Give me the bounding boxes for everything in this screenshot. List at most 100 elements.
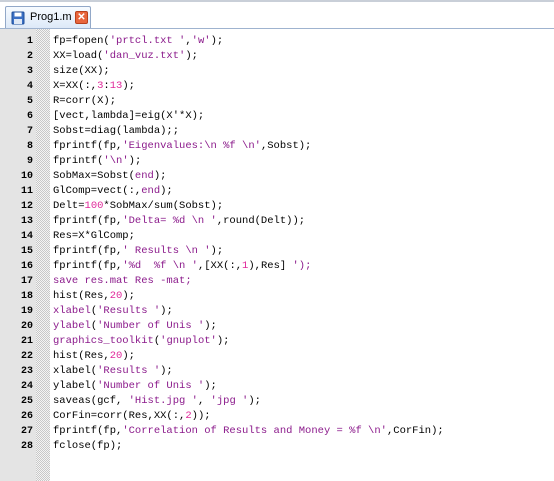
code-line[interactable]: 5 R=corr(X); <box>0 94 554 109</box>
line-number: 17 <box>20 276 33 287</box>
code-line[interactable]: 28 fclose(fp); <box>0 439 554 454</box>
code-line[interactable]: 24 ylabel('Number of Unis '); <box>0 379 554 394</box>
code-token: 100 <box>84 200 104 212</box>
code-token: Delt= <box>53 200 85 212</box>
code-token: 13 <box>109 80 123 92</box>
code-token: ); <box>160 305 173 317</box>
line-number: 14 <box>20 231 33 242</box>
code-token: size(XX); <box>53 65 110 77</box>
code-token: Sobst=diag(lambda);; <box>53 125 180 137</box>
code-line[interactable]: 11 GlComp=vect(:,end); <box>0 184 554 199</box>
code-token: ); <box>122 350 135 362</box>
code-line[interactable]: 14 Res=X*GlComp; <box>0 229 554 244</box>
code-text[interactable]: Sobst=diag(lambda);; <box>53 124 179 139</box>
code-text[interactable]: fprintf(fp,'Correlation of Results and M… <box>53 424 444 439</box>
code-line[interactable]: 26 CorFin=corr(Res,XX(:,2)); <box>0 409 554 424</box>
code-line[interactable]: 4 X=XX(:,3:13); <box>0 79 554 94</box>
line-number: 20 <box>20 321 33 332</box>
code-text[interactable]: fprintf(fp,' Results \n '); <box>53 244 223 259</box>
code-editor[interactable]: 1 fp=fopen('prtcl.txt ','w'); 2 XX=load('da… <box>0 29 554 481</box>
code-text[interactable]: [vect,lambda]=eig(X'*X); <box>53 109 204 124</box>
code-line[interactable]: 23 xlabel('Results '); <box>0 364 554 379</box>
code-text[interactable]: Res=X*GlComp; <box>53 229 135 244</box>
code-line[interactable]: 9 fprintf('\n'); <box>0 154 554 169</box>
code-line[interactable]: 3 size(XX); <box>0 64 554 79</box>
code-token: fprintf(fp, <box>53 425 123 437</box>
code-text[interactable]: ylabel('Number of Unis '); <box>53 319 217 334</box>
floppy-disk-icon <box>11 11 25 25</box>
code-token: fp=fopen( <box>53 35 110 47</box>
code-line[interactable]: 13 fprintf(fp,'Delta= %d \n ',round(Delt)… <box>0 214 554 229</box>
code-text[interactable]: graphics_toolkit('gnuplot'); <box>53 334 229 349</box>
code-text[interactable]: fprintf('\n'); <box>53 154 141 169</box>
code-text[interactable]: Delt=100*SobMax/sum(Sobst); <box>53 199 223 214</box>
code-token: ); <box>122 80 135 92</box>
code-text[interactable]: save res.mat Res -mat; <box>53 274 192 289</box>
code-text[interactable]: fprintf(fp,'Eigenvalues:\n %f \n',Sobst)… <box>53 139 311 154</box>
code-token: fprintf(fp, <box>53 140 123 152</box>
code-line[interactable]: 10 SobMax=Sobst(end); <box>0 169 554 184</box>
code-token: ); <box>160 365 173 377</box>
code-line[interactable]: 19 xlabel('Results '); <box>0 304 554 319</box>
line-number: 24 <box>20 381 33 392</box>
code-line[interactable]: 20 ylabel('Number of Unis '); <box>0 319 554 334</box>
code-text[interactable]: fprintf(fp,'Delta= %d \n ',round(Delt)); <box>53 214 305 229</box>
code-line[interactable]: 21 graphics_toolkit('gnuplot'); <box>0 334 554 349</box>
code-token: fprintf( <box>53 155 104 167</box>
code-token: CorFin=corr(Res,XX(:, <box>53 410 186 422</box>
line-number: 7 <box>26 126 33 137</box>
code-text[interactable]: xlabel('Results '); <box>53 364 173 379</box>
code-line[interactable]: 18 hist(Res,20); <box>0 289 554 304</box>
code-token: fprintf(fp, <box>53 260 123 272</box>
code-text[interactable]: XX=load('dan_vuz.txt'); <box>53 49 198 64</box>
code-line[interactable]: 22 hist(Res,20); <box>0 349 554 364</box>
code-line[interactable]: 12 Delt=100*SobMax/sum(Sobst); <box>0 199 554 214</box>
code-token: fprintf(fp, <box>53 245 123 257</box>
line-number: 15 <box>20 246 33 257</box>
code-token: ); <box>160 185 173 197</box>
code-text[interactable]: size(XX); <box>53 64 110 79</box>
code-text[interactable]: SobMax=Sobst(end); <box>53 169 166 184</box>
code-text[interactable]: GlComp=vect(:,end); <box>53 184 173 199</box>
code-token: 'Number of Unis ' <box>97 380 205 392</box>
code-line[interactable]: 17 save res.mat Res -mat; <box>0 274 554 289</box>
code-token: ); <box>248 395 261 407</box>
code-line[interactable]: 15 fprintf(fp,' Results \n '); <box>0 244 554 259</box>
code-text[interactable]: hist(Res,20); <box>53 349 135 364</box>
code-token: ,[XX(:, <box>197 260 243 272</box>
code-line[interactable]: 27 fprintf(fp,'Correlation of Results and… <box>0 424 554 439</box>
code-token: 'Results ' <box>97 365 161 377</box>
code-token: xlabel( <box>53 365 98 377</box>
code-line[interactable]: 2 XX=load('dan_vuz.txt'); <box>0 49 554 64</box>
code-text[interactable]: CorFin=corr(Res,XX(:,2)); <box>53 409 211 424</box>
code-line[interactable]: 6 [vect,lambda]=eig(X'*X); <box>0 109 554 124</box>
tab-prog1[interactable]: Prog1.m ✕ <box>5 6 91 28</box>
code-token: X=XX(:, <box>53 80 98 92</box>
code-text[interactable]: fprintf(fp,'%d %f \n ',[XX(:,1),Res] '); <box>53 259 311 274</box>
code-token: [vect,lambda]=eig(X'*X); <box>53 110 205 122</box>
code-text[interactable]: hist(Res,20); <box>53 289 135 304</box>
code-line[interactable]: 7 Sobst=diag(lambda);; <box>0 124 554 139</box>
code-token: ); <box>210 35 224 47</box>
line-number: 10 <box>20 171 33 182</box>
code-token: *SobMax/sum(Sobst); <box>103 200 224 212</box>
code-text[interactable]: ylabel('Number of Unis '); <box>53 379 217 394</box>
code-line[interactable]: 16 fprintf(fp,'%d %f \n ',[XX(:,1),Res] '… <box>0 259 554 274</box>
code-token: ); <box>204 380 217 392</box>
code-line[interactable]: 8 fprintf(fp,'Eigenvalues:\n %f \n',Sobst… <box>0 139 554 154</box>
code-text[interactable]: fclose(fp); <box>53 439 122 454</box>
code-line[interactable]: 25 saveas(gcf, 'Hist.jpg ', 'jpg '); <box>0 394 554 409</box>
code-token: ); <box>210 245 224 257</box>
close-tab-button[interactable]: ✕ <box>75 11 88 24</box>
code-text[interactable]: fp=fopen('prtcl.txt ','w'); <box>53 34 223 49</box>
code-line[interactable]: 1 fp=fopen('prtcl.txt ','w'); <box>0 34 554 49</box>
line-number: 22 <box>20 351 33 362</box>
code-token: ylabel( <box>53 380 98 392</box>
code-text[interactable]: R=corr(X); <box>53 94 116 109</box>
code-text[interactable]: saveas(gcf, 'Hist.jpg ', 'jpg '); <box>53 394 261 409</box>
code-token: save res.mat Res -mat; <box>53 275 192 287</box>
code-text[interactable]: X=XX(:,3:13); <box>53 79 135 94</box>
code-text[interactable]: xlabel('Results '); <box>53 304 173 319</box>
code-token: 'gnuplot' <box>160 335 217 347</box>
code-token: '); <box>292 260 312 272</box>
